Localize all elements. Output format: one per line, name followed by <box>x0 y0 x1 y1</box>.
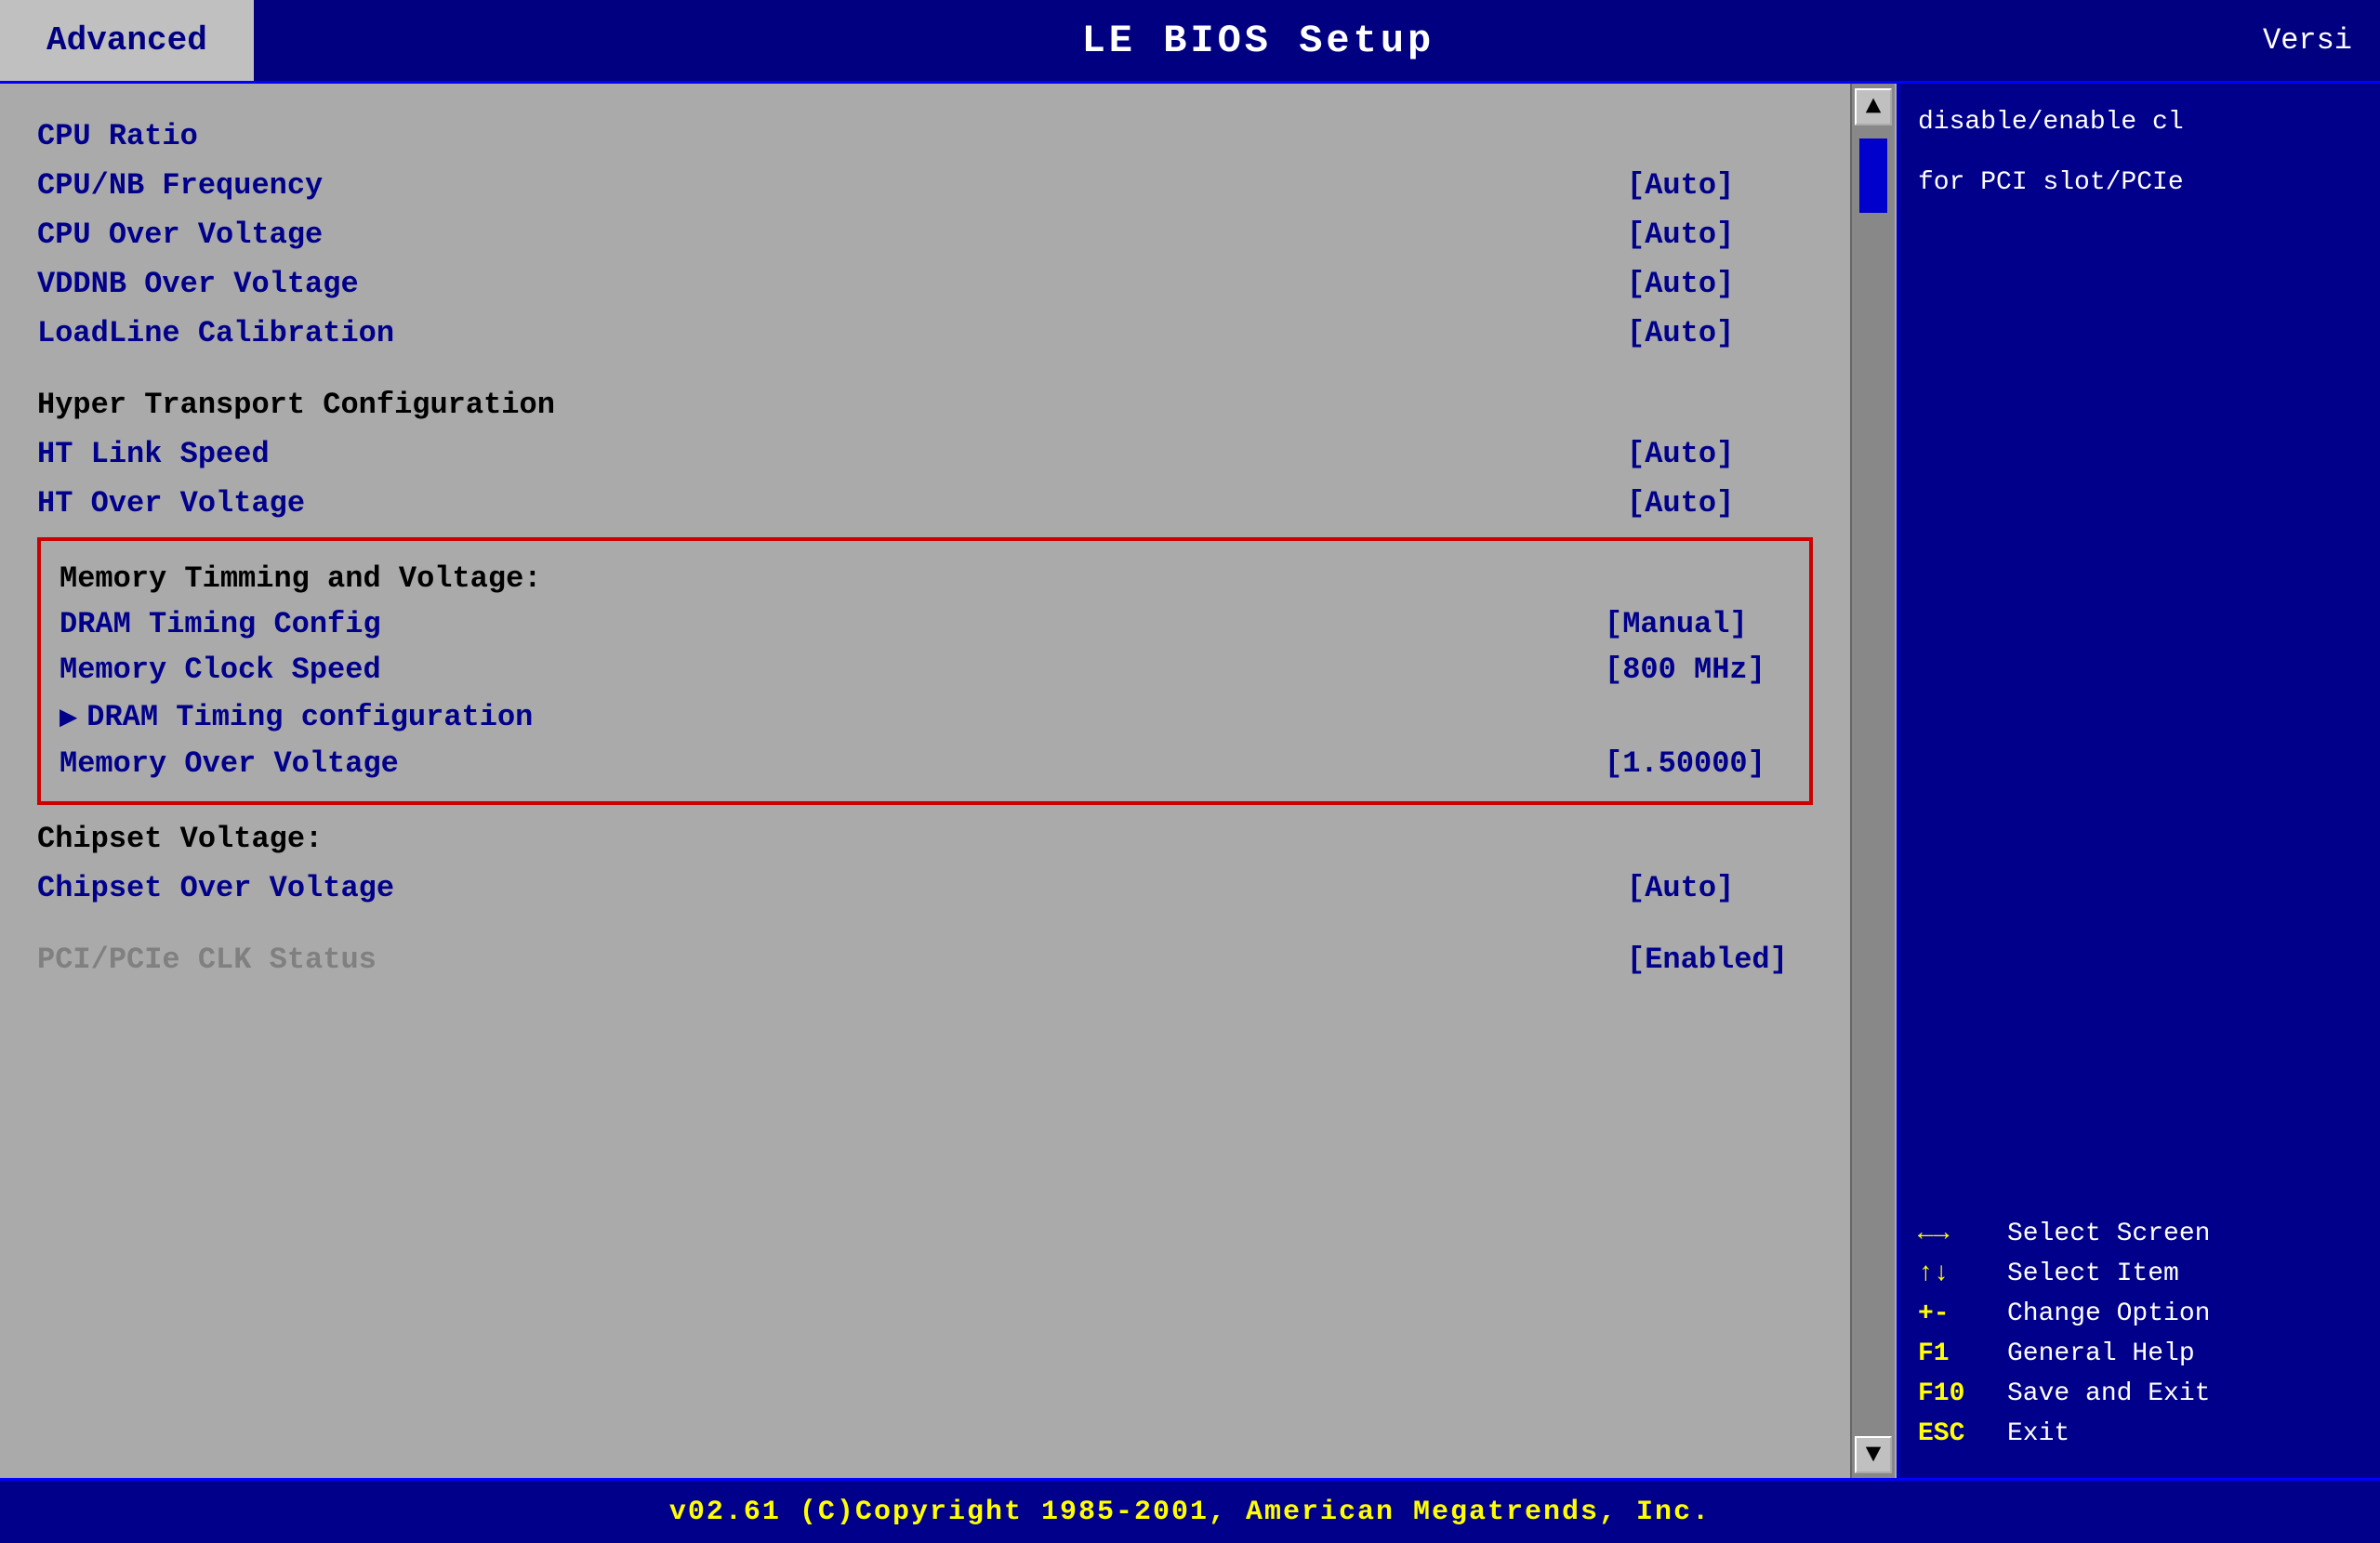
ht-section-header-row: Hyper Transport Configuration <box>37 380 1813 429</box>
advanced-tab-label: Advanced <box>46 21 207 59</box>
chipset-voltage-header-row: Chipset Voltage: <box>37 814 1813 864</box>
memory-over-voltage-row[interactable]: Memory Over Voltage [1.50000] <box>60 741 1791 786</box>
key-select-item-key: ↑↓ <box>1918 1259 1992 1288</box>
help-panel: disable/enable cl for PCI slot/PCIe ←→ S… <box>1897 84 2380 1478</box>
key-row-general-help: F1 General Help <box>1918 1339 2361 1368</box>
cpu-over-voltage-value: [Auto] <box>1627 218 1813 252</box>
key-change-option-key: +- <box>1918 1299 1992 1328</box>
scrollbar: ▲ ▼ <box>1850 84 1897 1478</box>
settings-panel: CPU Ratio CPU/NB Frequency [Auto] CPU Ov… <box>0 84 1850 1478</box>
key-general-help-desc: General Help <box>2007 1339 2195 1368</box>
main-content: CPU Ratio CPU/NB Frequency [Auto] CPU Ov… <box>0 84 2380 1478</box>
chipset-voltage-header-label: Chipset Voltage: <box>37 822 1813 856</box>
dram-timing-configuration-row[interactable]: ▶ DRAM Timing configuration <box>60 692 1791 741</box>
key-select-screen-key: ←→ <box>1918 1220 1992 1248</box>
ht-link-speed-value: [Auto] <box>1627 437 1813 471</box>
vddnb-over-voltage-value: [Auto] <box>1627 267 1813 301</box>
scroll-track <box>1859 129 1887 1432</box>
key-row-select-item: ↑↓ Select Item <box>1918 1259 2361 1288</box>
key-row-select-screen: ←→ Select Screen <box>1918 1220 2361 1248</box>
key-change-option-desc: Change Option <box>2007 1299 2210 1328</box>
chipset-over-voltage-label: Chipset Over Voltage <box>37 871 1627 905</box>
key-save-exit-desc: Save and Exit <box>2007 1379 2210 1408</box>
memory-over-voltage-value: [1.50000] <box>1605 746 1791 781</box>
key-row-exit: ESC Exit <box>1918 1419 2361 1448</box>
key-save-exit-key: F10 <box>1918 1379 1992 1408</box>
spacer-1 <box>37 358 1813 380</box>
bios-title: LE BIOS Setup <box>254 0 2263 81</box>
right-section: ▲ ▼ disable/enable cl for PCI slot/PCIe … <box>1850 84 2380 1478</box>
help-text-line1: disable/enable cl <box>1918 102 2361 144</box>
spacer-2 <box>37 913 1813 935</box>
footer-text: v02.61 (C)Copyright 1985-2001, American … <box>669 1497 1711 1528</box>
memory-clock-speed-row[interactable]: Memory Clock Speed [800 MHz] <box>60 647 1791 692</box>
ht-section-header-label: Hyper Transport Configuration <box>37 388 1813 422</box>
ht-over-voltage-value: [Auto] <box>1627 486 1813 521</box>
cpu-nb-frequency-label: CPU/NB Frequency <box>37 168 1627 203</box>
cpu-nb-frequency-row[interactable]: CPU/NB Frequency [Auto] <box>37 161 1813 210</box>
pci-pcie-clk-status-value: [Enabled] <box>1627 943 1813 977</box>
cpu-over-voltage-row[interactable]: CPU Over Voltage [Auto] <box>37 210 1813 259</box>
dram-timing-config-row[interactable]: DRAM Timing Config [Manual] <box>60 601 1791 647</box>
key-general-help-key: F1 <box>1918 1339 1992 1368</box>
memory-clock-speed-label: Memory Clock Speed <box>60 653 1605 687</box>
footer-bar: v02.61 (C)Copyright 1985-2001, American … <box>0 1478 2380 1543</box>
scroll-down-arrow[interactable]: ▼ <box>1855 1436 1892 1473</box>
key-exit-key: ESC <box>1918 1419 1992 1448</box>
pci-pcie-clk-status-row[interactable]: PCI/PCIe CLK Status [Enabled] <box>37 935 1813 984</box>
header-bar: Advanced LE BIOS Setup Versi <box>0 0 2380 84</box>
loadline-calibration-label: LoadLine Calibration <box>37 316 1627 350</box>
pci-pcie-clk-status-label: PCI/PCIe CLK Status <box>37 943 1627 977</box>
cpu-ratio-label: CPU Ratio <box>37 119 1627 153</box>
memory-over-voltage-label: Memory Over Voltage <box>60 746 1605 781</box>
ht-over-voltage-row[interactable]: HT Over Voltage [Auto] <box>37 479 1813 528</box>
vddnb-over-voltage-label: VDDNB Over Voltage <box>37 267 1627 301</box>
key-bindings: ←→ Select Screen ↑↓ Select Item +- Chang… <box>1918 1220 2361 1459</box>
cpu-ratio-row[interactable]: CPU Ratio <box>37 112 1813 161</box>
bios-screen: Advanced LE BIOS Setup Versi CPU Ratio C… <box>0 0 2380 1543</box>
vddnb-over-voltage-row[interactable]: VDDNB Over Voltage [Auto] <box>37 259 1813 309</box>
key-select-screen-desc: Select Screen <box>2007 1220 2210 1248</box>
ht-link-speed-label: HT Link Speed <box>37 437 1627 471</box>
loadline-calibration-row[interactable]: LoadLine Calibration [Auto] <box>37 309 1813 358</box>
version-label: Versi <box>2263 0 2380 81</box>
bios-title-text: LE BIOS Setup <box>1082 19 1435 63</box>
help-text-line2: for PCI slot/PCIe <box>1918 163 2361 204</box>
memory-section-header-row: Memory Timming and Voltage: <box>60 556 1791 601</box>
chipset-over-voltage-value: [Auto] <box>1627 871 1813 905</box>
key-exit-desc: Exit <box>2007 1419 2069 1448</box>
scroll-thumb <box>1859 138 1887 213</box>
cpu-nb-frequency-value: [Auto] <box>1627 168 1813 203</box>
key-select-item-desc: Select Item <box>2007 1259 2179 1288</box>
version-text: Versi <box>2263 23 2352 58</box>
ht-over-voltage-label: HT Over Voltage <box>37 486 1627 521</box>
scroll-up-arrow[interactable]: ▲ <box>1855 88 1892 125</box>
dram-timing-configuration-label: DRAM Timing configuration <box>86 700 1791 734</box>
chipset-over-voltage-row[interactable]: Chipset Over Voltage [Auto] <box>37 864 1813 913</box>
key-row-save-exit: F10 Save and Exit <box>1918 1379 2361 1408</box>
loadline-calibration-value: [Auto] <box>1627 316 1813 350</box>
dram-timing-config-value: [Manual] <box>1605 607 1791 641</box>
ht-link-speed-row[interactable]: HT Link Speed [Auto] <box>37 429 1813 479</box>
memory-section: Memory Timming and Voltage: DRAM Timing … <box>37 537 1813 805</box>
dram-timing-config-label: DRAM Timing Config <box>60 607 1605 641</box>
memory-section-header-label: Memory Timming and Voltage: <box>60 561 1791 596</box>
memory-clock-speed-value: [800 MHz] <box>1605 653 1791 687</box>
cpu-over-voltage-label: CPU Over Voltage <box>37 218 1627 252</box>
advanced-tab[interactable]: Advanced <box>0 0 254 81</box>
key-row-change-option: +- Change Option <box>1918 1299 2361 1328</box>
submenu-arrow-icon: ▶ <box>60 698 77 735</box>
